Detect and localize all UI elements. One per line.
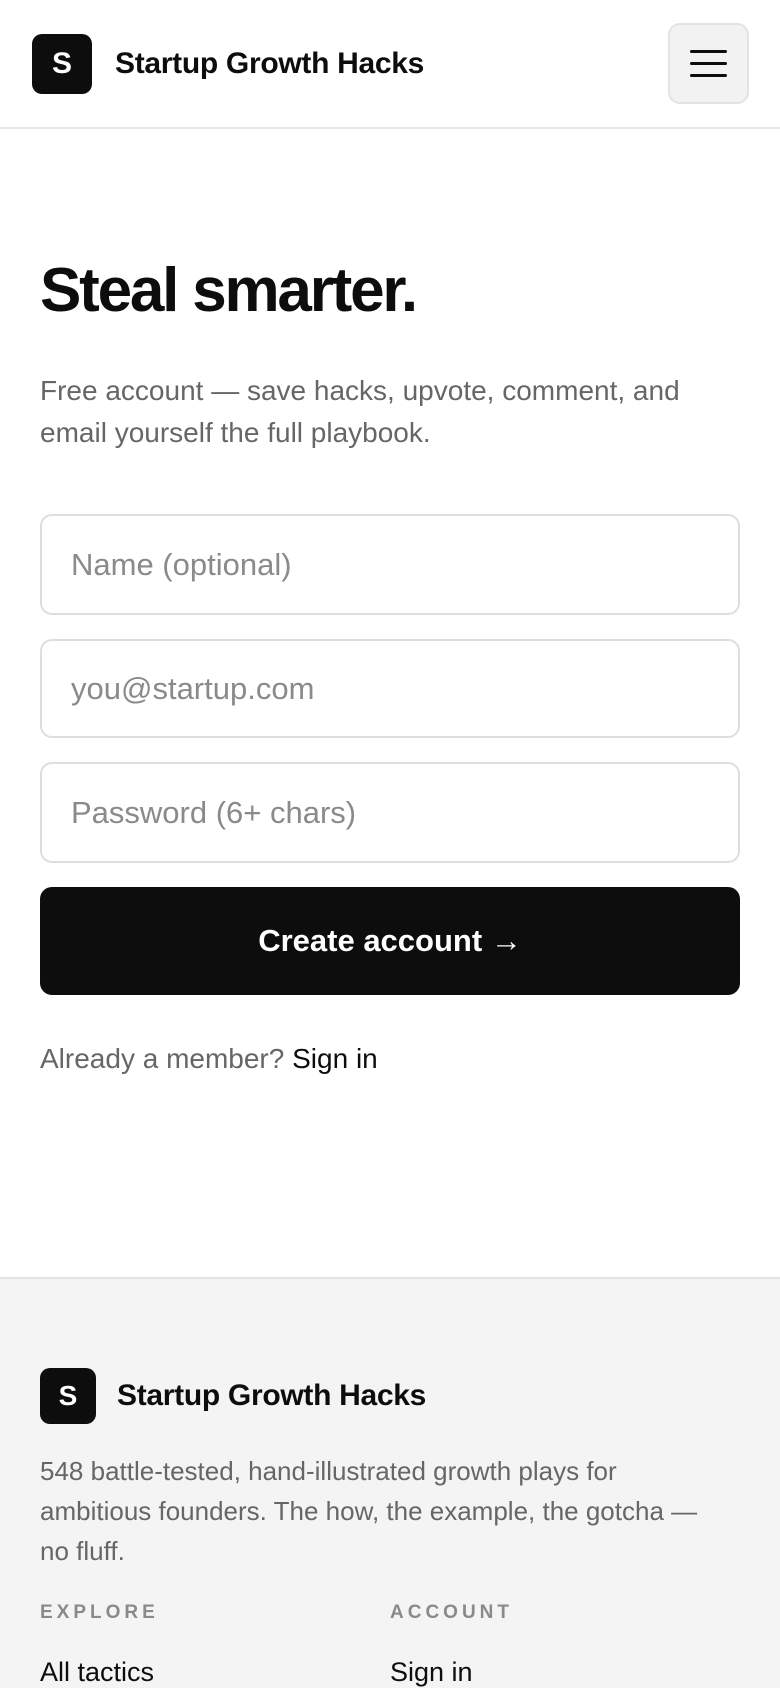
- signin-prompt: Already a member?: [40, 1043, 285, 1074]
- footer-link-sign-in[interactable]: Sign in: [390, 1657, 740, 1688]
- footer-col-heading: ACCOUNT: [390, 1602, 513, 1623]
- footer-col-heading: EXPLORE: [40, 1602, 159, 1623]
- page-subtitle: Free account — save hacks, upvote, comme…: [40, 375, 680, 448]
- logo-icon[interactable]: S: [32, 33, 92, 94]
- footer-col-account: ACCOUNT Sign in: [390, 1602, 740, 1688]
- footer-description: 548 battle-tested, hand-illustrated grow…: [40, 1456, 698, 1566]
- footer-columns: EXPLORE All tactics ACCOUNT Sign in: [40, 1602, 740, 1688]
- footer-brand: S Startup Growth Hacks: [40, 1368, 740, 1424]
- footer-link-all-tactics[interactable]: All tactics: [40, 1657, 390, 1688]
- hamburger-menu-icon-line: [690, 62, 727, 65]
- brand-name[interactable]: Startup Growth Hacks: [115, 47, 668, 81]
- email-field[interactable]: [40, 639, 740, 738]
- page-title: Steal smarter.: [40, 256, 418, 325]
- hamburger-menu-icon: [690, 50, 727, 53]
- name-field[interactable]: [40, 514, 740, 615]
- signup-page: S Startup Growth Hacks Steal smarter. Fr…: [0, 0, 780, 1688]
- footer-col-explore: EXPLORE All tactics: [40, 1602, 390, 1688]
- footer-logo-icon[interactable]: S: [40, 1368, 96, 1424]
- password-field[interactable]: [40, 762, 740, 863]
- logo-letter: S: [51, 46, 72, 80]
- signup-form: Create account →: [40, 514, 740, 995]
- signin-row: Already a member? Sign in: [40, 1043, 740, 1075]
- site-footer: S Startup Growth Hacks 548 battle-tested…: [0, 1277, 780, 1688]
- footer-logo-letter: S: [58, 1380, 78, 1411]
- footer-brand-name: Startup Growth Hacks: [117, 1379, 427, 1412]
- signin-link[interactable]: Sign in: [292, 1043, 378, 1074]
- menu-button[interactable]: [668, 23, 749, 104]
- create-account-button[interactable]: Create account →: [40, 887, 740, 995]
- signup-main: Steal smarter. Free account — save hacks…: [0, 129, 780, 1277]
- hamburger-menu-icon-line: [690, 74, 727, 77]
- site-header: S Startup Growth Hacks: [0, 0, 780, 129]
